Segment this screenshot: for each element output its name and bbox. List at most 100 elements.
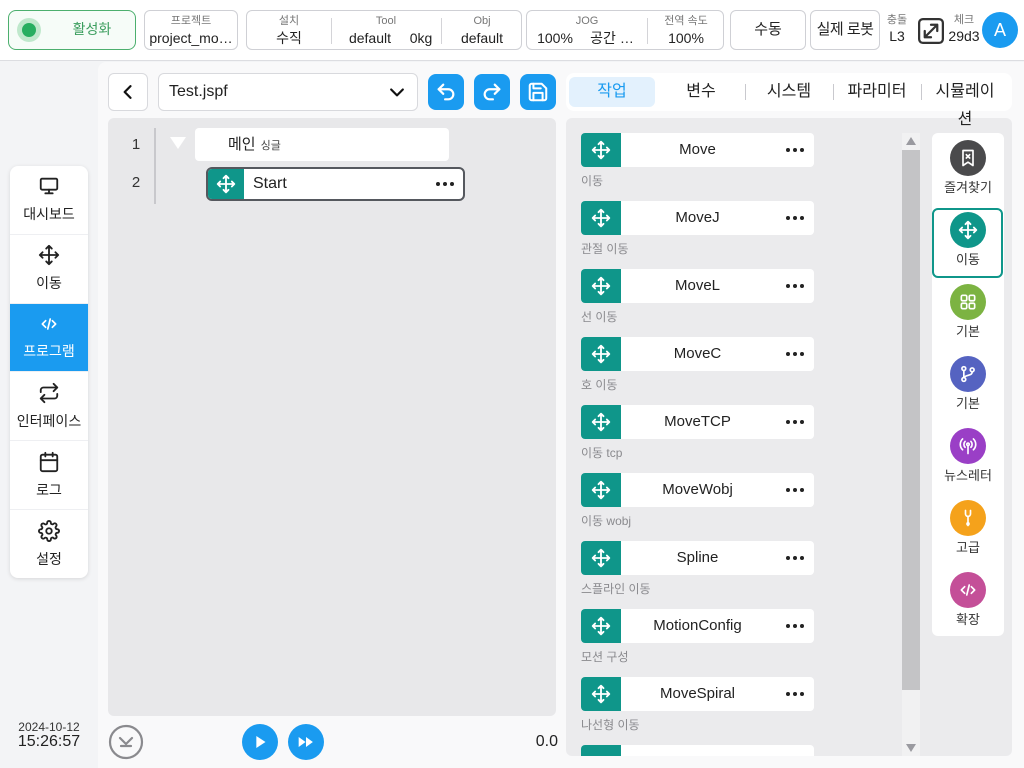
command-movetcp[interactable]: MoveTCP	[581, 405, 814, 439]
category-label: 기본	[956, 396, 980, 411]
move-icon	[581, 609, 621, 643]
more-icon[interactable]	[786, 556, 804, 560]
back-button[interactable]	[108, 73, 148, 111]
move-icon	[38, 244, 60, 266]
activate-button[interactable]: 활성화	[8, 10, 136, 50]
redo-icon	[481, 81, 503, 103]
command-move[interactable]: Move	[581, 133, 814, 167]
command-movec[interactable]: MoveC	[581, 337, 814, 371]
move-icon	[581, 677, 621, 711]
command-movewobj[interactable]: MoveWobj	[581, 473, 814, 507]
file-dropdown[interactable]: Test.jspf	[158, 73, 418, 111]
command-movel[interactable]: MoveL	[581, 269, 814, 303]
more-icon[interactable]	[786, 692, 804, 696]
sidebar: 대시보드 이동 프로그램 인터페이스 로그 설정	[10, 166, 88, 578]
collision-status[interactable]: 충돌 L3	[882, 13, 912, 45]
jog-label: JOG	[575, 15, 599, 27]
install-tool-obj-panel[interactable]: 설치 수직 Tool default 0kg Obj default	[246, 10, 522, 50]
main-block-tag: 싱글	[260, 140, 281, 152]
undo-icon	[435, 81, 457, 103]
antenna-icon	[950, 428, 986, 464]
category-extension[interactable]: 확장	[932, 568, 1004, 638]
mode-button[interactable]: 수동	[730, 10, 806, 50]
category-advanced[interactable]: 고급	[932, 496, 1004, 566]
save-icon	[527, 81, 549, 103]
sidebar-item-move[interactable]: 이동	[10, 235, 88, 304]
line-number: 1	[131, 136, 141, 153]
sidebar-item-dashboard[interactable]: 대시보드	[10, 166, 88, 235]
more-icon[interactable]	[786, 352, 804, 356]
more-icon[interactable]	[786, 488, 804, 492]
check-status[interactable]: 체크 29d3	[947, 13, 981, 45]
scrollbar-thumb[interactable]	[902, 150, 920, 690]
more-icon[interactable]	[786, 284, 804, 288]
more-icon[interactable]	[786, 624, 804, 628]
tab-simulation-label: 시뮬레이션	[935, 83, 995, 128]
tool-weight: 0kg	[409, 30, 433, 46]
tab-task[interactable]: 작업	[569, 77, 655, 107]
more-icon[interactable]	[786, 420, 804, 424]
sidebar-item-interface[interactable]: 인터페이스	[10, 372, 88, 442]
current-time: 15:26:57	[17, 733, 81, 750]
save-button[interactable]	[520, 74, 556, 110]
more-icon[interactable]	[436, 182, 454, 186]
main-block-label-wrap: 메인 싱글	[228, 128, 281, 163]
undo-button[interactable]	[428, 74, 464, 110]
tab-simulation[interactable]: 시뮬레이션	[921, 73, 1009, 128]
category-basic-flow[interactable]: 기본	[932, 352, 1004, 422]
start-block[interactable]: Start	[206, 167, 465, 201]
jog-speed-panel[interactable]: JOG 100% 공간 … 전역 속도 100%	[526, 10, 724, 50]
command-motionconfig[interactable]: MotionConfig	[581, 609, 814, 643]
more-icon[interactable]	[786, 216, 804, 220]
command-label: MoveTCP	[664, 413, 731, 430]
command-movej[interactable]: MoveJ	[581, 201, 814, 235]
category-favorites[interactable]: 즐겨찾기	[932, 136, 1004, 206]
category-label: 고급	[956, 540, 980, 555]
sidebar-item-settings[interactable]: 설정	[10, 510, 88, 578]
move-icon	[581, 337, 621, 371]
move-icon	[581, 745, 621, 756]
play-button[interactable]	[242, 724, 278, 760]
collapse-triangle-icon[interactable]	[170, 137, 186, 149]
category-basic[interactable]: 기본	[932, 280, 1004, 350]
real-robot-button[interactable]: 실제 로봇	[810, 10, 880, 50]
sidebar-item-program[interactable]: 프로그램	[10, 303, 88, 373]
command-scrollbar[interactable]	[902, 133, 920, 756]
step-forward-button[interactable]	[288, 724, 324, 760]
code-icon	[950, 572, 986, 608]
category-move[interactable]: 이동	[932, 208, 1003, 278]
tab-variables[interactable]: 변수	[657, 73, 745, 111]
sidebar-item-label: 로그	[36, 481, 62, 498]
sidebar-item-label: 이동	[36, 275, 62, 292]
code-icon	[39, 314, 59, 334]
program-editor[interactable]: 1 2 메인 싱글 Start	[108, 118, 556, 716]
collapse-all-icon[interactable]	[108, 724, 144, 760]
more-icon[interactable]	[786, 148, 804, 152]
tab-system[interactable]: 시스템	[745, 73, 833, 111]
scroll-down-arrow-icon[interactable]	[906, 744, 916, 752]
branch-icon	[950, 356, 986, 392]
main-block[interactable]: 메인 싱글	[195, 128, 449, 161]
sidebar-item-log[interactable]: 로그	[10, 441, 88, 511]
avatar[interactable]: A	[982, 12, 1018, 48]
command-description: 선 이동	[581, 310, 618, 324]
command-spline[interactable]: Spline	[581, 541, 814, 575]
command-label: Move	[679, 141, 716, 158]
command-movespiral[interactable]: MoveSpiral	[581, 677, 814, 711]
command-partial[interactable]	[581, 745, 814, 756]
scroll-up-arrow-icon[interactable]	[906, 137, 916, 145]
jog-value: 100%	[537, 30, 573, 46]
project-selector[interactable]: 프로젝트 project_mo…	[144, 10, 238, 50]
project-value: project_mo…	[149, 30, 233, 46]
category-list: 즐겨찾기 이동 기본 기본 뉴스레터 고급 확장	[932, 133, 1004, 636]
expand-icon[interactable]	[916, 16, 946, 46]
current-date: 2024-10-12	[18, 720, 80, 734]
command-label: MoveWobj	[662, 481, 733, 498]
redo-button[interactable]	[474, 74, 510, 110]
top-bar: 활성화 프로젝트 project_mo… 설치 수직 Tool default …	[0, 0, 1024, 61]
category-newsletter[interactable]: 뉴스레터	[932, 424, 1004, 494]
tab-parameters[interactable]: 파라미터	[833, 73, 921, 111]
move-icon	[581, 405, 621, 439]
move-icon	[581, 133, 621, 167]
speed-value: 0.0	[535, 733, 558, 750]
